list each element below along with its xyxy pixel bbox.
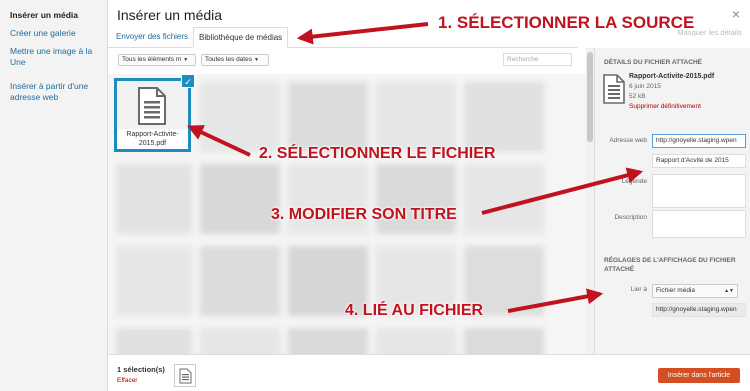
details-file-date: 6 juin 2015 bbox=[629, 83, 661, 90]
display-settings-title: Réglages de l'affichage du fichier attac… bbox=[604, 257, 736, 273]
selection-count: 1 sélection(s) bbox=[117, 365, 165, 374]
search-input[interactable]: Recherche bbox=[503, 53, 572, 66]
grid-scrollbar[interactable] bbox=[586, 48, 594, 354]
details-file-size: 52 kB bbox=[629, 93, 646, 100]
scrollbar-thumb[interactable] bbox=[587, 52, 593, 142]
description-field[interactable] bbox=[652, 210, 746, 238]
annotation-step4: 4. LIÉ AU FICHIER bbox=[345, 302, 484, 319]
type-filter-value: Tous les éléments m bbox=[122, 56, 182, 63]
menu-item-featured-image[interactable]: Mettre une image à la Une bbox=[10, 46, 107, 68]
selected-attachment[interactable]: Rapport-Activite-2015.pdf ✓ bbox=[114, 74, 195, 152]
blurred-thumbnail[interactable] bbox=[288, 328, 368, 354]
url-label: Adresse web bbox=[609, 137, 647, 144]
blurred-thumbnail[interactable] bbox=[116, 246, 192, 316]
menu-item-insert-media[interactable]: Insérer un média bbox=[10, 10, 107, 21]
link-to-label: Lier à bbox=[630, 286, 647, 293]
date-filter-value: Toutes les dates bbox=[205, 56, 252, 63]
blurred-thumbnail[interactable] bbox=[200, 328, 280, 354]
menu-item-create-gallery[interactable]: Créer une galerie bbox=[10, 28, 107, 39]
caption-label: Légende bbox=[621, 178, 647, 185]
blurred-thumbnail[interactable] bbox=[116, 328, 192, 354]
blurred-thumbnail[interactable] bbox=[376, 328, 456, 354]
document-icon bbox=[137, 87, 167, 130]
delete-permanently-link[interactable]: Supprimer définitivement bbox=[629, 103, 701, 110]
date-filter-select[interactable]: Toutes les dates ▼ bbox=[201, 54, 269, 66]
annotation-step2: 2. SÉLECTIONNER LE FICHIER bbox=[259, 145, 496, 162]
document-icon bbox=[603, 74, 625, 109]
link-to-value: Fichier média bbox=[656, 287, 696, 294]
blurred-thumbnail[interactable] bbox=[464, 164, 544, 234]
blurred-thumbnail[interactable] bbox=[376, 82, 456, 152]
details-section-title: Détails du fichier attaché bbox=[604, 59, 702, 66]
menu-item-insert-from-url[interactable]: Insérer à partir d'une adresse web bbox=[10, 81, 107, 103]
blurred-thumbnail[interactable] bbox=[200, 82, 280, 152]
media-toolbar: Tous les éléments m ▼ Toutes les dates ▼ R… bbox=[108, 48, 586, 74]
link-to-select[interactable]: Fichier média ▲▼ bbox=[652, 284, 738, 298]
modal-title: Insérer un média bbox=[117, 7, 223, 23]
chevron-down-icon: ▼ bbox=[183, 57, 189, 63]
tab-media-library[interactable]: Bibliothèque de médias bbox=[193, 27, 289, 48]
blurred-thumbnail[interactable] bbox=[464, 82, 544, 152]
document-icon bbox=[179, 368, 192, 389]
type-filter-select[interactable]: Tous les éléments m ▼ bbox=[118, 54, 196, 66]
blurred-thumbnail[interactable] bbox=[200, 246, 280, 316]
blurred-thumbnail[interactable] bbox=[464, 328, 544, 354]
blurred-thumbnail[interactable] bbox=[288, 82, 368, 152]
check-icon[interactable]: ✓ bbox=[181, 74, 195, 88]
description-label: Description bbox=[614, 214, 647, 221]
title-field[interactable]: Rapport d'Acvité de 2015 bbox=[652, 154, 746, 168]
tab-upload-files[interactable]: Envoyer des fichiers bbox=[111, 27, 193, 48]
attachment-details-panel: Détails du fichier attaché Rapport-Activ… bbox=[594, 48, 750, 354]
media-footer: 1 sélection(s) Effacer Insérer dans l'ar… bbox=[108, 354, 750, 391]
caption-field[interactable] bbox=[652, 174, 746, 208]
blurred-thumbnail[interactable] bbox=[116, 164, 192, 234]
media-modal-screenshot: Insérer un média Créer une galerie Mettr… bbox=[0, 0, 750, 391]
media-menu: Insérer un média Créer une galerie Mettr… bbox=[0, 0, 108, 391]
attachment-filename: Rapport-Activite-2015.pdf bbox=[117, 129, 188, 149]
selection-thumbnail[interactable] bbox=[174, 364, 196, 387]
insert-into-post-button[interactable]: Insérer dans l'article bbox=[658, 368, 740, 383]
annotation-step1: 1. SÉLECTIONNER LA SOURCE bbox=[438, 13, 695, 32]
details-file-name: Rapport-Activite-2015.pdf bbox=[629, 73, 715, 80]
annotation-step3: 3. MODIFIER SON TITRE bbox=[271, 206, 457, 223]
link-url-field[interactable]: http://gnoyelle.staging.wpen bbox=[652, 303, 746, 317]
blurred-thumbnail[interactable] bbox=[200, 164, 280, 234]
media-frame: Insérer un média × Masquer les détails E… bbox=[108, 0, 750, 391]
close-icon[interactable]: × bbox=[732, 6, 740, 22]
clear-selection-link[interactable]: Effacer bbox=[117, 377, 137, 384]
chevron-down-icon: ▲▼ bbox=[724, 288, 734, 294]
url-field[interactable]: http://gnoyelle.staging.wpen bbox=[652, 134, 746, 148]
chevron-down-icon: ▼ bbox=[253, 57, 259, 63]
